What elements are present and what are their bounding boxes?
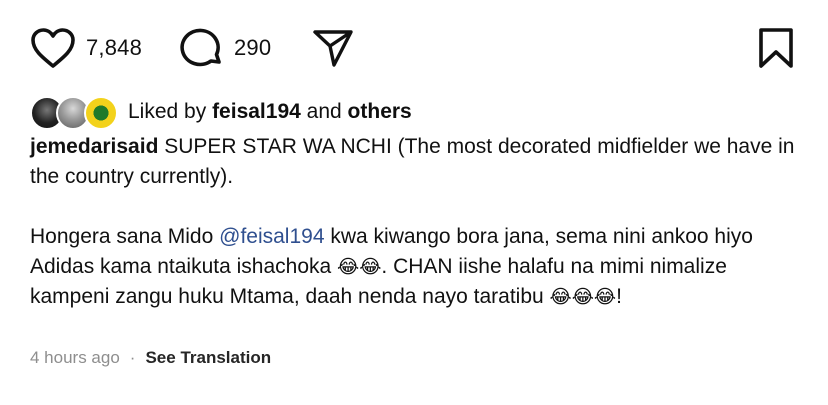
liked-by-user-link[interactable]: feisal194	[212, 100, 301, 124]
caption-text: !	[616, 285, 622, 308]
laughing-emoji: 😂😂😂	[549, 286, 617, 308]
bookmark-icon	[759, 28, 793, 68]
comments-count: 290	[234, 35, 272, 60]
comment-icon	[180, 28, 221, 67]
comment-button[interactable]: 290	[180, 27, 271, 69]
heart-icon	[31, 28, 75, 68]
share-icon	[313, 30, 353, 67]
caption-text: Hongera sana Mido	[30, 225, 220, 248]
likes-count: 7,848	[86, 35, 143, 60]
like-button[interactable]: 7,848	[30, 27, 142, 69]
post-meta: 4 hours ago · See Translation	[30, 348, 271, 368]
liked-by-prefix: Liked by	[128, 100, 207, 123]
post-action-bar: 7,848 290	[0, 0, 828, 96]
avatar[interactable]	[84, 96, 118, 130]
post-caption: jemedarisaid SUPER STAR WA NCHI (The mos…	[30, 132, 800, 312]
caption-username-link[interactable]: jemedarisaid	[30, 135, 158, 158]
separator-dot: ·	[129, 348, 136, 367]
liked-by-joiner: and	[306, 100, 342, 123]
caption-paragraph: Hongera sana Mido @feisal194 kwa kiwango…	[30, 222, 800, 312]
see-translation-link[interactable]: See Translation	[145, 348, 271, 368]
caption-paragraph: jemedarisaid SUPER STAR WA NCHI (The mos…	[30, 132, 800, 192]
mention-link[interactable]: @feisal194	[219, 225, 324, 248]
liker-avatars[interactable]	[30, 96, 124, 130]
liked-by-row: Liked by feisal194 and others	[30, 96, 412, 130]
save-button[interactable]	[756, 27, 796, 74]
timestamp: 4 hours ago	[30, 348, 120, 367]
laughing-emoji: 😂😂	[337, 256, 382, 278]
share-button[interactable]	[312, 27, 354, 74]
liked-by-others-link[interactable]: others	[348, 100, 412, 124]
